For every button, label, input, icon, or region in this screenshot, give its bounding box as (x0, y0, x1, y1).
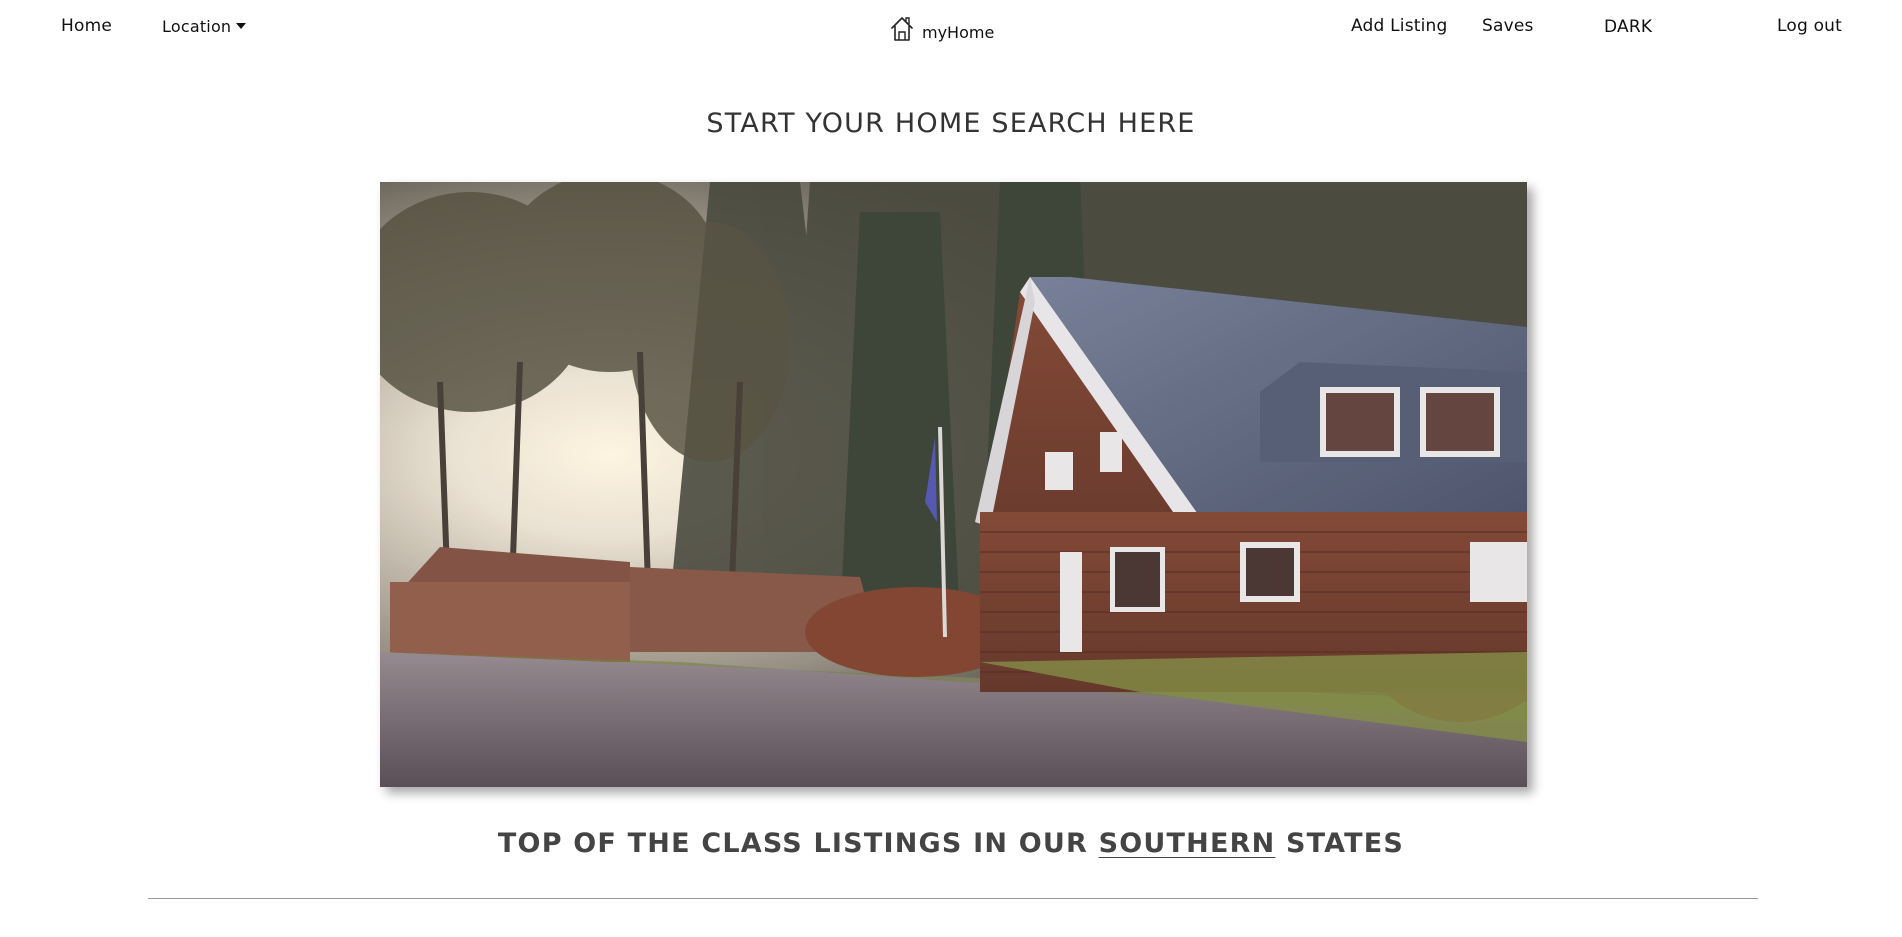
top-nav: Home Location myHome Add Listing Saves D… (0, 0, 1902, 56)
hero-house-photo (380, 182, 1527, 787)
region-link-southern[interactable]: SOUTHERN (1099, 828, 1276, 859)
caret-down-icon (236, 22, 247, 29)
section-divider (148, 898, 1758, 899)
saves-link[interactable]: Saves (1482, 16, 1534, 36)
dark-mode-toggle[interactable]: DARK (1604, 17, 1652, 37)
brand-name: myHome (922, 23, 995, 42)
add-listing-link[interactable]: Add Listing (1351, 16, 1448, 36)
nav-home-link[interactable]: Home (61, 16, 112, 36)
logout-link[interactable]: Log out (1777, 16, 1842, 36)
hero-title: START YOUR HOME SEARCH HERE (706, 108, 1196, 139)
house-outline-icon (891, 17, 913, 41)
house-photo-illustration (380, 182, 1527, 787)
nav-location-dropdown[interactable]: Location (162, 17, 247, 36)
listings-title-prefix: TOP OF THE CLASS LISTINGS IN OUR (497, 828, 1099, 859)
listings-title-suffix: STATES (1275, 828, 1405, 859)
nav-location-label: Location (162, 17, 232, 36)
brand-logo-link[interactable]: myHome (888, 15, 994, 43)
listings-section-title: TOP OF THE CLASS LISTINGS IN OUR SOUTHER… (0, 828, 1902, 859)
